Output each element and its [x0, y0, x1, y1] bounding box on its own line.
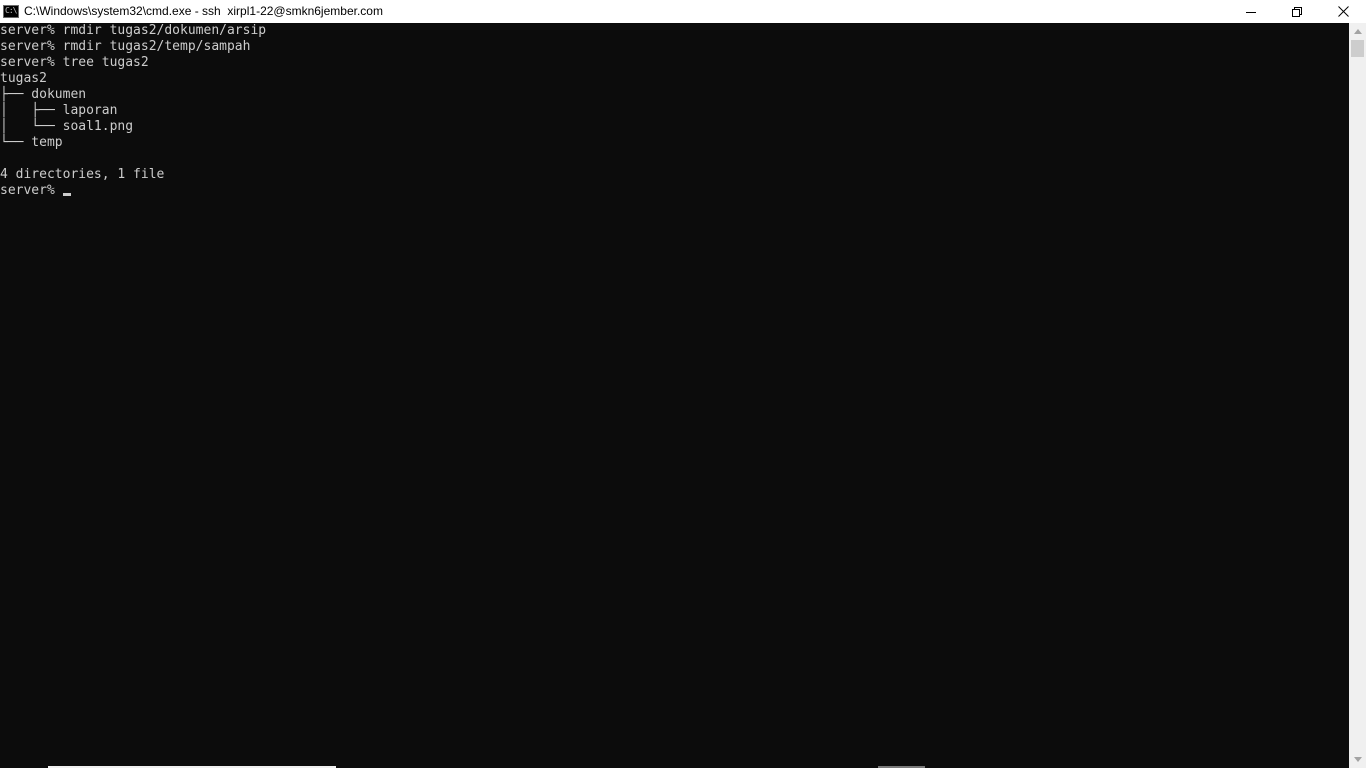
- scroll-down-button[interactable]: [1349, 751, 1366, 768]
- prompt-text: server%: [0, 183, 63, 198]
- close-button[interactable]: [1320, 0, 1366, 23]
- console-line: └── temp: [0, 135, 63, 150]
- scroll-up-button[interactable]: [1349, 23, 1366, 40]
- window-title: C:\Windows\system32\cmd.exe - ssh xirpl1…: [24, 4, 383, 18]
- cmd-icon: C:\: [3, 5, 19, 18]
- console-line: ├── dokumen: [0, 87, 87, 102]
- close-icon: [1337, 6, 1349, 17]
- console-line: server% rmdir tugas2/temp/sampah: [0, 39, 251, 54]
- console-line: tugas2: [0, 71, 47, 86]
- text-cursor: [62, 193, 71, 196]
- minimize-icon: [1246, 11, 1256, 13]
- console-line: 4 directories, 1 file: [0, 167, 165, 182]
- arrow-down-icon: [1353, 757, 1362, 762]
- restore-icon: [1292, 6, 1302, 17]
- vertical-scrollbar[interactable]: [1349, 23, 1366, 768]
- console-line: server% tree tugas2: [0, 55, 149, 70]
- command-prompt-line[interactable]: server%: [0, 183, 1349, 199]
- console-line: │ └── soal1.png: [0, 119, 134, 134]
- restore-button[interactable]: [1274, 0, 1320, 23]
- terminal-window: C:\ C:\Windows\system32\cmd.exe - ssh xi…: [0, 0, 1366, 768]
- console-line: │ ├── laporan: [0, 103, 118, 118]
- scrollbar-thumb[interactable]: [1351, 40, 1364, 57]
- console-line: server% rmdir tugas2/dokumen/arsip: [0, 23, 267, 38]
- title-bar[interactable]: C:\ C:\Windows\system32\cmd.exe - ssh xi…: [0, 0, 1366, 23]
- minimize-button[interactable]: [1228, 0, 1274, 23]
- console-output[interactable]: server% rmdir tugas2/dokumen/arsip serve…: [0, 23, 1349, 768]
- window-controls: [1228, 0, 1366, 23]
- arrow-up-icon: [1353, 29, 1362, 34]
